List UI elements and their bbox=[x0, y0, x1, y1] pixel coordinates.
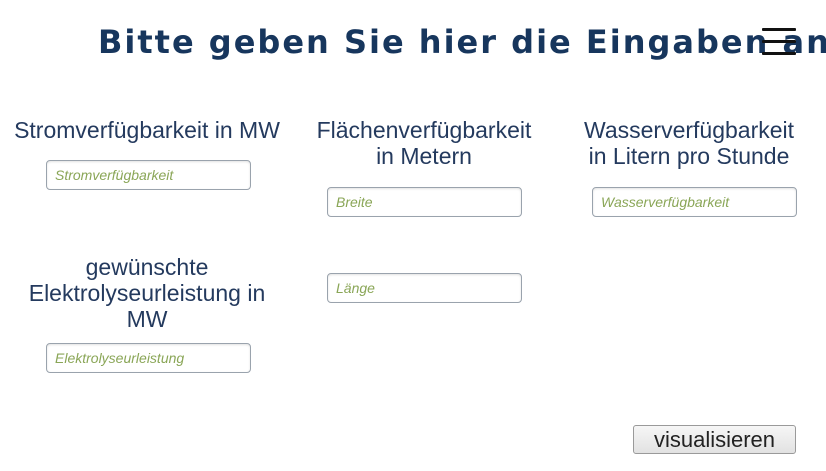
menu-bar-middle bbox=[762, 40, 796, 43]
flaeche-label-line1: Flächenverfügbarkeit bbox=[316, 117, 532, 143]
elektrolyse-label-line3: MW bbox=[126, 306, 168, 332]
elektrolyse-label-line2: Elektrolyseurleistung in bbox=[28, 280, 266, 306]
wasser-label: Wasserverfügbarkeit in Litern pro Stunde bbox=[568, 117, 810, 169]
wasser-label-line1: Wasserverfügbarkeit bbox=[583, 117, 795, 143]
elektrolyse-input[interactable] bbox=[46, 343, 251, 373]
wasser-label-line2: in Litern pro Stunde bbox=[588, 143, 790, 169]
laenge-input[interactable] bbox=[327, 273, 522, 303]
menu-bar-bottom bbox=[762, 52, 796, 55]
page-title: Bitte geben Sie hier die Eingaben an bbox=[98, 23, 826, 61]
elektrolyse-label: gewünschte Elektrolyseurleistung in MW bbox=[10, 254, 284, 332]
visualize-button[interactable]: visualisieren bbox=[633, 425, 796, 454]
strom-label: Stromverfügbarkeit in MW bbox=[10, 117, 284, 143]
flaeche-label: Flächenverfügbarkeit in Metern bbox=[300, 117, 548, 169]
hamburger-menu-icon[interactable] bbox=[760, 27, 798, 57]
strom-input[interactable] bbox=[46, 160, 251, 190]
strom-label-text: Stromverfügbarkeit in MW bbox=[14, 117, 280, 143]
breite-input[interactable] bbox=[327, 187, 522, 217]
menu-bar-top bbox=[762, 28, 796, 31]
elektrolyse-label-line1: gewünschte bbox=[85, 254, 209, 280]
wasser-input[interactable] bbox=[592, 187, 797, 217]
flaeche-label-line2: in Metern bbox=[376, 143, 472, 169]
